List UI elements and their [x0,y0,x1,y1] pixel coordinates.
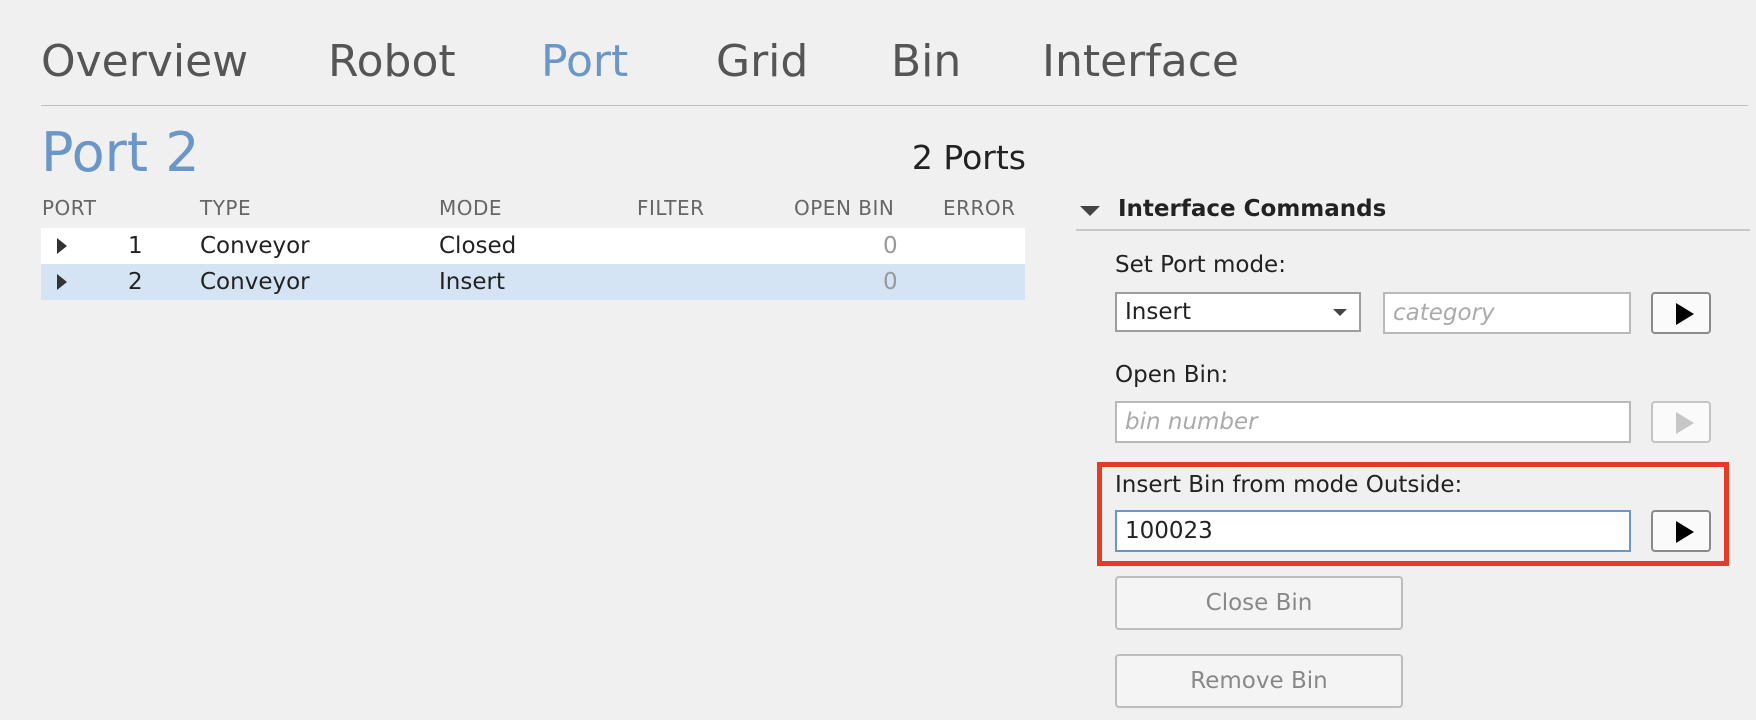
column-header-open-bin[interactable]: OPEN BIN [794,196,894,220]
tabs-divider [41,105,1748,106]
set-port-mode-button[interactable] [1651,292,1711,334]
column-header-mode[interactable]: MODE [439,196,502,220]
cell-port: 1 [128,233,143,259]
expand-arrow-icon[interactable] [57,274,67,290]
open-bin-button[interactable] [1651,401,1711,443]
port-count: 2 Ports [911,138,1026,177]
remove-bin-button[interactable]: Remove Bin [1115,654,1403,708]
tab-overview[interactable]: Overview [41,30,248,94]
expand-arrow-icon[interactable] [57,238,67,254]
interface-commands-header[interactable]: Interface Commands [1080,196,1386,222]
bin-number-input[interactable] [1115,401,1631,443]
column-header-type[interactable]: TYPE [200,196,251,220]
tab-grid[interactable]: Grid [716,30,808,94]
insert-bin-button[interactable] [1651,510,1711,552]
cell-port: 2 [128,269,143,295]
table-row[interactable]: 1 Conveyor Closed 0 [41,228,1025,264]
set-port-mode-label: Set Port mode: [1115,252,1286,278]
page-title: Port 2 [41,121,200,184]
cell-mode: Insert [439,269,505,295]
open-bin-label: Open Bin: [1115,362,1229,388]
port-mode-value: Insert [1125,299,1191,325]
column-header-port[interactable]: PORT [42,196,96,220]
tab-interface[interactable]: Interface [1042,30,1239,94]
panel-divider [1076,229,1750,231]
cell-open-bin: 0 [883,269,898,295]
play-icon [1676,412,1694,434]
tab-bin[interactable]: Bin [891,30,961,94]
chevron-down-icon [1333,309,1347,316]
column-header-filter[interactable]: FILTER [637,196,705,220]
cell-open-bin: 0 [883,233,898,259]
interface-commands-title: Interface Commands [1118,196,1387,222]
play-icon [1676,521,1694,543]
main-tabs: Overview Robot Port Grid Bin Interface [41,30,1748,94]
table-header: PORT TYPE MODE FILTER OPEN BIN ERROR [41,192,1025,228]
play-icon [1676,303,1694,325]
cell-type: Conveyor [200,269,310,295]
close-bin-button[interactable]: Close Bin [1115,576,1403,630]
table-row[interactable]: 2 Conveyor Insert 0 [41,264,1025,300]
port-mode-select[interactable]: Insert [1115,292,1361,332]
cell-type: Conveyor [200,233,310,259]
category-input[interactable] [1383,292,1631,334]
insert-bin-label: Insert Bin from mode Outside: [1115,472,1463,498]
insert-bin-input[interactable] [1115,510,1631,552]
column-header-error[interactable]: ERROR [943,196,1016,220]
ports-table: PORT TYPE MODE FILTER OPEN BIN ERROR 1 C… [41,192,1025,300]
cell-mode: Closed [439,233,517,259]
tab-robot[interactable]: Robot [328,30,456,94]
tab-port[interactable]: Port [541,30,628,94]
